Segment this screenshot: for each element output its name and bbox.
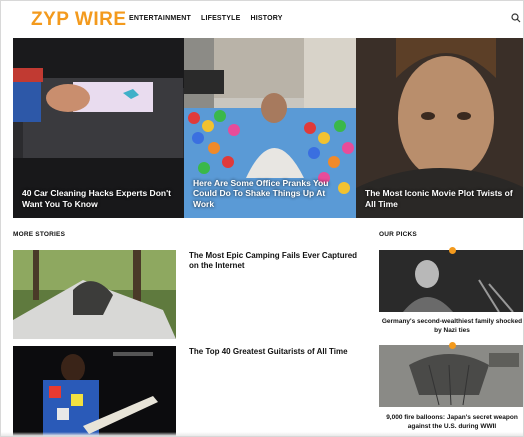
search-icon[interactable]	[511, 13, 521, 23]
main-nav: ENTERTAINMENT LIFESTYLE HISTORY	[129, 15, 283, 22]
pick-image-fire-balloons[interactable]	[379, 345, 523, 407]
historic-portrait-photo	[379, 250, 523, 312]
hero-strip: 40 Car Cleaning Hacks Experts Don't Want…	[13, 38, 523, 218]
story-title-camping[interactable]: The Most Epic Camping Fails Ever Capture…	[189, 251, 364, 271]
hero-card-office-pranks[interactable]: Here Are Some Office Pranks You Could Do…	[184, 38, 356, 218]
site-header: ZYP WIRE ENTERTAINMENT LIFESTYLE HISTORY	[1, 1, 523, 37]
page-frame: ZYP WIRE ENTERTAINMENT LIFESTYLE HISTORY	[0, 0, 524, 437]
hero-title-office-pranks: Here Are Some Office Pranks You Could Do…	[193, 177, 329, 209]
pick-caption-fire-balloons[interactable]: 9,000 fire balloons: Japan's secret weap…	[379, 414, 523, 431]
story-image-camping[interactable]	[13, 250, 176, 339]
nav-item-lifestyle[interactable]: LIFESTYLE	[201, 15, 241, 22]
pick-marker-dot	[449, 247, 456, 254]
our-picks-heading: OUR PICKS	[379, 231, 417, 238]
hero-title-car-cleaning: 40 Car Cleaning Hacks Experts Don't Want…	[22, 188, 171, 209]
site-logo[interactable]: ZYP WIRE	[31, 9, 127, 31]
bottom-fade	[1, 432, 523, 436]
more-stories-heading: MORE STORIES	[13, 231, 66, 238]
pick-caption-nazi-ties[interactable]: Germany's second-wealthiest family shock…	[379, 318, 523, 335]
pick-image-nazi-ties[interactable]	[379, 250, 523, 312]
hero-title-movie-twists: The Most Iconic Movie Plot Twists of All…	[365, 188, 513, 209]
nav-item-entertainment[interactable]: ENTERTAINMENT	[129, 15, 191, 22]
story-title-guitarists[interactable]: The Top 40 Greatest Guitarists of All Ti…	[189, 347, 364, 357]
story-image-guitarists[interactable]	[13, 346, 176, 436]
pick-marker-dot	[449, 342, 456, 349]
fire-balloon-photo	[379, 345, 523, 407]
guitarist-photo	[13, 346, 176, 436]
camping-photo	[13, 250, 176, 339]
hero-card-movie-twists[interactable]: The Most Iconic Movie Plot Twists of All…	[356, 38, 523, 218]
nav-item-history[interactable]: HISTORY	[251, 15, 283, 22]
hero-card-car-cleaning[interactable]: 40 Car Cleaning Hacks Experts Don't Want…	[13, 38, 184, 218]
